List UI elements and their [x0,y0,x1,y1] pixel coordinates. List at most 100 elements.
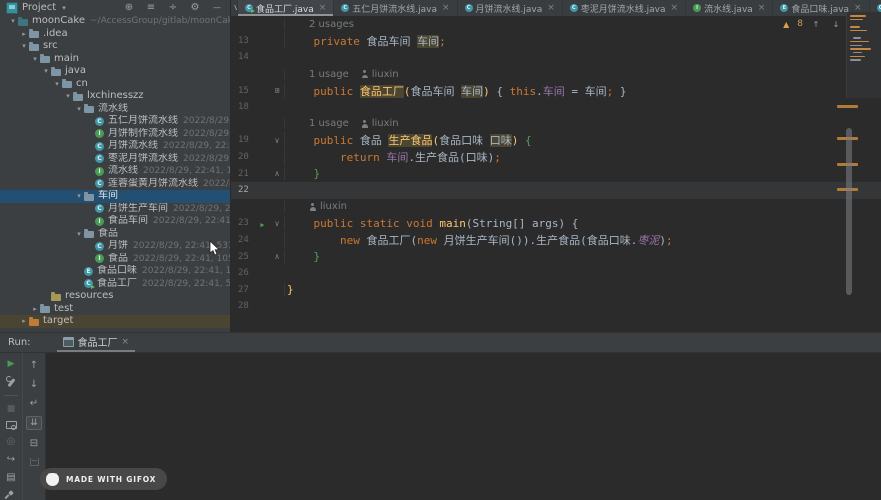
tree-item[interactable]: I流水线2022/8/29, 22:41, 176 B 28 m [0,165,230,178]
tree-item[interactable]: I月饼制作流水线2022/8/29, 22:41, [0,128,230,141]
close-tab-icon[interactable]: × [671,3,679,13]
settings-icon[interactable] [188,2,202,14]
next-occurrence-icon[interactable] [27,378,41,390]
code-line[interactable]: 14 [231,49,881,66]
tree-item[interactable]: target [0,315,230,328]
code-line[interactable]: 23∨ public static void main(String[] arg… [231,215,881,232]
next-warning-icon[interactable] [829,18,843,30]
usages-hint[interactable]: 2 usages [309,19,354,30]
inspections-widget[interactable]: ▲8 [783,18,843,30]
author-hint[interactable]: liuxin [361,69,399,80]
tree-item[interactable]: .idea [0,28,230,41]
tree-item[interactable]: C枣泥月饼流水线2022/8/29, 22:41, [0,153,230,166]
console-view-icon[interactable] [4,472,18,483]
tree-item[interactable]: C莲蓉蛋黄月饼流水线2022/8/29, 2 [0,178,230,191]
code-line[interactable]: 19∨ public 食品 生产食品(食品口味 口味) { [231,132,881,149]
editor-tab[interactable]: va× [231,0,238,16]
clear-all-icon[interactable] [30,458,39,466]
code-line[interactable]: 25∧ } [231,248,881,265]
tree-item[interactable]: E食品口味2022/8/29, 22:41, 145 B 6 mi [0,265,230,278]
warning-stripe-mark[interactable] [837,105,858,108]
editor-tab[interactable]: C枣泥月饼流水线.java× [563,0,686,16]
usages-hint[interactable]: 1 usage [309,118,349,129]
tree-item[interactable]: resources [0,290,230,303]
tree-item[interactable]: cn [0,78,230,91]
prev-occurrence-icon[interactable] [27,359,41,371]
tree-item[interactable]: 车间 [0,190,230,203]
chevron-down-icon[interactable] [74,190,84,202]
inlay-hint-row[interactable]: 1 usage liuxin [231,116,881,133]
code-editor[interactable]: 2 usages 13 private 食品车间 车间;14 1 usage liux… [231,16,881,332]
collapse-all-icon[interactable] [144,2,158,14]
jump-to-source-icon[interactable] [4,454,18,465]
tree-item[interactable]: I食品2022/8/29, 22:41, 105 B [0,253,230,266]
rerun-icon[interactable] [4,359,18,369]
author-hint[interactable]: liuxin [309,201,347,212]
tree-item[interactable]: 食品 [0,228,230,241]
hide-panel-icon[interactable] [210,2,224,14]
fold-marker-icon[interactable]: ∨ [270,136,284,145]
tree-item[interactable]: C月饼流水线2022/8/29, 22:41, 531 B [0,140,230,153]
chevron-down-icon[interactable]: ▾ [62,4,66,12]
editor-tab[interactable]: C五仁月饼流水线.java× [334,0,457,16]
chevron-right-icon[interactable] [19,28,29,40]
code-line[interactable]: 20 return 车间.生产食品(口味); [231,149,881,166]
usages-hint[interactable]: 1 usage [309,69,349,80]
close-icon[interactable]: × [122,337,130,347]
run-line-icon[interactable] [255,217,270,230]
locate-icon[interactable] [122,2,136,14]
code-line[interactable]: 21∧ } [231,165,881,182]
tree-item[interactable]: C月饼2022/8/29, 22:41, 531 B 2 min [0,240,230,253]
editor-tab[interactable]: C食品工厂.java× [238,0,334,16]
project-panel-title[interactable]: Project [22,2,56,13]
tree-item[interactable]: java [0,65,230,78]
chevron-down-icon[interactable] [52,78,62,90]
fold-marker-icon[interactable]: ∧ [270,252,284,261]
prev-warning-icon[interactable] [809,18,823,30]
chevron-down-icon[interactable] [74,103,84,115]
inlay-hint-row[interactable]: liuxin [231,199,881,216]
code-line[interactable]: 27} [231,282,881,299]
chevron-down-icon[interactable] [74,228,84,240]
chevron-down-icon[interactable] [8,15,18,27]
code-line[interactable]: 22 [231,182,881,199]
run-console-output[interactable] [46,353,881,500]
code-line[interactable]: 24 new 食品工厂(new 月饼生产车间()).生产食品(食品口味.枣泥); [231,232,881,249]
tree-item[interactable]: moonCake~/AccessGroup/gitlab/moonCake [0,15,230,28]
close-tab-icon[interactable]: × [758,3,766,13]
pin-tab-icon[interactable] [4,490,18,500]
code-line[interactable]: 18 [231,99,881,116]
soft-wrap-icon[interactable] [27,397,41,409]
close-tab-icon[interactable]: × [319,3,327,13]
chevron-down-icon[interactable] [41,65,51,77]
chevron-down-icon[interactable] [63,90,73,102]
code-line[interactable]: 15⊞ public 食品工厂(食品车间 车间) { this.车间 = 车间;… [231,82,881,99]
tree-item[interactable]: C五仁月饼流水线2022/8/29, 22:41, [0,115,230,128]
author-hint[interactable]: liuxin [361,118,399,129]
chevron-down-icon[interactable] [30,53,40,65]
tree-item[interactable]: C食品工厂2022/8/29, 22:41, 592 B M mi [0,278,230,291]
tree-item[interactable]: I食品车间2022/8/29, 22:41, 231 B 3 [0,215,230,228]
tree-item[interactable]: C月饼生产车间2022/8/29, 22:41, 89 [0,203,230,216]
editor-tab[interactable]: C月饼流水线.java× [458,0,563,16]
editor-scrollbar[interactable] [846,128,852,295]
chevron-right-icon[interactable] [30,303,40,315]
tree-item[interactable]: lxchinesszz [0,90,230,103]
print-icon[interactable] [27,437,41,449]
run-config-tab[interactable]: 食品工厂 × [57,333,136,352]
close-tab-icon[interactable]: × [442,3,450,13]
fold-marker-icon[interactable]: ⊞ [270,86,284,95]
inlay-hint-row[interactable]: 1 usage liuxin [231,66,881,83]
tree-item[interactable]: src [0,40,230,53]
tree-item[interactable]: 流水线 [0,103,230,116]
chevron-right-icon[interactable] [19,315,29,327]
fold-marker-icon[interactable]: ∨ [270,219,284,228]
thread-dump-icon[interactable] [6,421,17,429]
code-line[interactable]: 13 private 食品车间 车间; [231,33,881,50]
fold-marker-icon[interactable]: ∧ [270,169,284,178]
stop-icon[interactable] [4,403,18,413]
expand-all-icon[interactable] [166,2,180,14]
close-tab-icon[interactable]: × [547,3,555,13]
code-line[interactable]: 28 [231,298,881,315]
editor-tab[interactable]: I流水线.java× [686,0,773,16]
